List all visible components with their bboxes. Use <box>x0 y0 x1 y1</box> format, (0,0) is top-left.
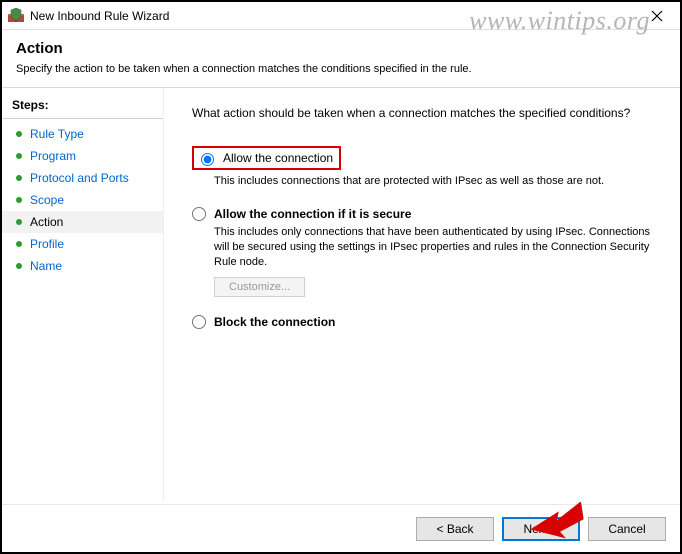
wizard-body: Steps: Rule Type Program Protocol and Po… <box>2 87 680 501</box>
step-label: Program <box>30 149 76 163</box>
next-button[interactable]: Next > <box>502 517 580 541</box>
highlight-allow: Allow the connection <box>192 146 341 170</box>
radio-allow[interactable] <box>201 153 214 166</box>
close-button[interactable] <box>640 4 674 28</box>
radio-block[interactable] <box>192 315 206 329</box>
steps-title: Steps: <box>2 94 163 119</box>
radio-allow-label[interactable]: Allow the connection <box>223 151 333 165</box>
step-action[interactable]: Action <box>2 211 163 233</box>
step-label: Rule Type <box>30 127 84 141</box>
bullet-icon <box>16 153 22 159</box>
window-title: New Inbound Rule Wizard <box>30 9 640 23</box>
step-protocol-ports[interactable]: Protocol and Ports <box>2 167 163 189</box>
bullet-icon <box>16 175 22 181</box>
steps-sidebar: Steps: Rule Type Program Protocol and Po… <box>2 88 164 501</box>
allow-secure-subtext: This includes only connections that have… <box>214 225 660 270</box>
step-rule-type[interactable]: Rule Type <box>2 123 163 145</box>
firewall-icon <box>8 8 24 24</box>
wizard-header: Action Specify the action to be taken wh… <box>2 30 680 87</box>
step-label: Action <box>30 215 63 229</box>
bullet-icon <box>16 219 22 225</box>
option-allow-secure: Allow the connection if it is secure Thi… <box>192 207 660 298</box>
step-label: Protocol and Ports <box>30 171 129 185</box>
bullet-icon <box>16 197 22 203</box>
radio-allow-secure[interactable] <box>192 207 206 221</box>
step-label: Profile <box>30 237 64 251</box>
back-button[interactable]: < Back <box>416 517 494 541</box>
wizard-content: What action should be taken when a conne… <box>164 88 680 501</box>
content-prompt: What action should be taken when a conne… <box>192 106 660 120</box>
bullet-icon <box>16 241 22 247</box>
step-program[interactable]: Program <box>2 145 163 167</box>
step-label: Scope <box>30 193 64 207</box>
step-profile[interactable]: Profile <box>2 233 163 255</box>
bullet-icon <box>16 131 22 137</box>
step-name[interactable]: Name <box>2 255 163 277</box>
allow-subtext: This includes connections that are prote… <box>214 174 660 189</box>
page-title: Action <box>16 40 666 57</box>
wizard-footer: < Back Next > Cancel <box>2 504 680 552</box>
radio-allow-secure-label[interactable]: Allow the connection if it is secure <box>214 207 411 221</box>
radio-block-label[interactable]: Block the connection <box>214 315 335 329</box>
customize-button: Customize... <box>214 277 305 297</box>
page-description: Specify the action to be taken when a co… <box>16 63 666 75</box>
option-block: Block the connection <box>192 315 660 329</box>
bullet-icon <box>16 263 22 269</box>
step-label: Name <box>30 259 62 273</box>
cancel-button[interactable]: Cancel <box>588 517 666 541</box>
option-allow: Allow the connection This includes conne… <box>192 146 660 189</box>
titlebar: New Inbound Rule Wizard <box>2 2 680 30</box>
step-scope[interactable]: Scope <box>2 189 163 211</box>
